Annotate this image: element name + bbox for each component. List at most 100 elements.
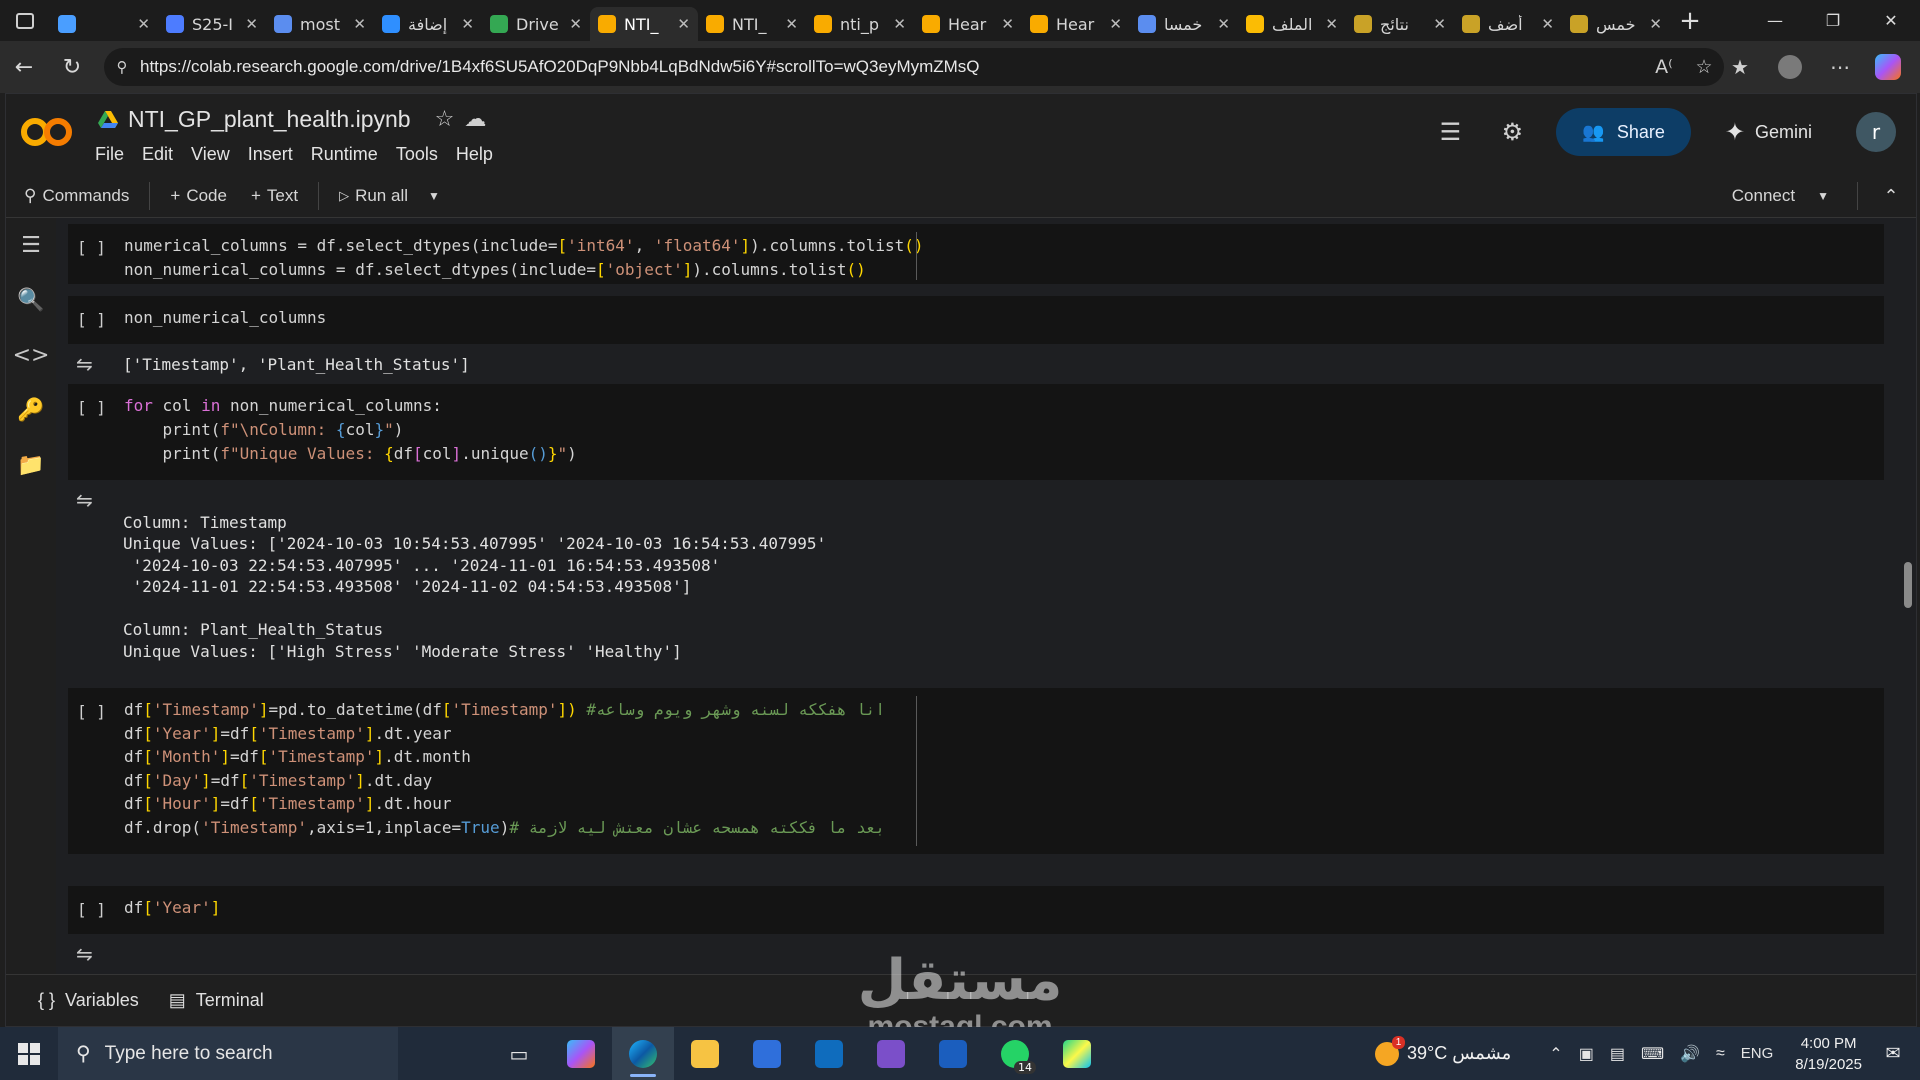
- colab-logo-icon[interactable]: [20, 112, 74, 152]
- chevron-down-icon[interactable]: ▼: [428, 189, 440, 203]
- output-toggle-icon[interactable]: ⇋: [76, 488, 93, 512]
- chevron-up-icon[interactable]: ⌃: [1549, 1044, 1562, 1064]
- commands-button[interactable]: ⚲ Commands: [6, 178, 141, 214]
- word-icon[interactable]: [922, 1027, 984, 1080]
- language-indicator[interactable]: ENG: [1741, 1045, 1774, 1062]
- browser-tab[interactable]: Hear ✕: [914, 7, 1022, 41]
- find-replace-icon[interactable]: 🔍: [6, 273, 56, 328]
- comments-icon[interactable]: ☰: [1432, 114, 1468, 150]
- close-tab-icon[interactable]: ✕: [353, 15, 366, 33]
- run-cell-button[interactable]: [ ]: [77, 702, 106, 721]
- close-tab-icon[interactable]: ✕: [1325, 15, 1338, 33]
- network-icon[interactable]: ▤: [1610, 1044, 1625, 1064]
- keyboard-icon[interactable]: ⌨: [1641, 1044, 1664, 1064]
- user-avatar[interactable]: r: [1856, 112, 1896, 152]
- notebook-filename[interactable]: NTI_GP_plant_health.ipynb: [128, 106, 411, 133]
- close-tab-icon[interactable]: ✕: [1649, 15, 1662, 33]
- add-code-button[interactable]: + Code: [158, 178, 239, 214]
- close-tab-icon[interactable]: ✕: [569, 15, 582, 33]
- task-view-icon[interactable]: ▭: [488, 1027, 550, 1080]
- run-all-button[interactable]: ▷ Run all ▼: [327, 178, 452, 214]
- table-of-contents-icon[interactable]: ☰: [6, 218, 56, 273]
- close-tab-icon[interactable]: ✕: [1433, 15, 1446, 33]
- secrets-key-icon[interactable]: 🔑: [6, 383, 56, 438]
- browser-tab[interactable]: S25-I ✕: [158, 7, 266, 41]
- menu-view[interactable]: View: [191, 144, 230, 165]
- code-cell[interactable]: [ ] for col in non_numerical_columns: pr…: [68, 384, 1884, 480]
- output-toggle-icon[interactable]: ⇋: [76, 352, 93, 376]
- close-tab-icon[interactable]: ✕: [1541, 15, 1554, 33]
- wifi-icon[interactable]: ≈: [1716, 1045, 1725, 1063]
- close-tab-icon[interactable]: ✕: [461, 15, 474, 33]
- taskbar-search[interactable]: ⚲ Type here to search: [58, 1027, 398, 1080]
- menu-insert[interactable]: Insert: [248, 144, 293, 165]
- run-cell-button[interactable]: [ ]: [77, 238, 106, 257]
- browser-tab[interactable]: أضف ✕: [1454, 7, 1562, 41]
- run-cell-button[interactable]: [ ]: [77, 398, 106, 417]
- variables-button[interactable]: { } Variables: [6, 990, 157, 1011]
- minimize-icon[interactable]: —: [1746, 0, 1804, 41]
- code-editor[interactable]: df['Year']: [124, 896, 220, 920]
- copilot-icon[interactable]: [1875, 54, 1901, 80]
- output-toggle-icon[interactable]: ⇋: [76, 942, 93, 966]
- close-tab-icon[interactable]: ✕: [785, 15, 798, 33]
- restore-icon[interactable]: ❐: [1804, 0, 1862, 41]
- code-snippets-icon[interactable]: <>: [6, 328, 56, 383]
- microsoft-store-icon[interactable]: [736, 1027, 798, 1080]
- close-tab-icon[interactable]: ✕: [893, 15, 906, 33]
- browser-tab[interactable]: Hear ✕: [1022, 7, 1130, 41]
- close-tab-icon[interactable]: ✕: [245, 15, 258, 33]
- read-aloud-icon[interactable]: A⁽: [1644, 56, 1684, 78]
- collapse-header-icon[interactable]: ⌃: [1866, 186, 1916, 207]
- code-cell[interactable]: [ ] numerical_columns = df.select_dtypes…: [68, 224, 1884, 284]
- menu-edit[interactable]: Edit: [142, 144, 173, 165]
- browser-tab[interactable]: Drive ✕: [482, 7, 590, 41]
- browser-tab[interactable]: nti_p ✕: [806, 7, 914, 41]
- browser-tab[interactable]: نتائج ✕: [1346, 7, 1454, 41]
- url-text[interactable]: https://colab.research.google.com/drive/…: [140, 57, 1644, 77]
- edge-browser-icon[interactable]: [612, 1027, 674, 1080]
- gemini-button[interactable]: ✦ Gemini: [1717, 108, 1820, 156]
- visual-studio-icon[interactable]: [860, 1027, 922, 1080]
- menu-runtime[interactable]: Runtime: [311, 144, 378, 165]
- code-editor[interactable]: numerical_columns = df.select_dtypes(inc…: [124, 234, 924, 282]
- refresh-icon[interactable]: ↻: [48, 47, 96, 87]
- more-options-icon[interactable]: ⋯: [1818, 47, 1862, 87]
- code-cell[interactable]: [ ] non_numerical_columns: [68, 296, 1884, 344]
- device-icon[interactable]: ▣: [1579, 1044, 1594, 1064]
- tab-actions-icon[interactable]: [0, 0, 50, 41]
- code-editor[interactable]: non_numerical_columns: [124, 306, 326, 330]
- code-cell[interactable]: [ ] df['Year']: [68, 886, 1884, 934]
- browser-tab[interactable]: خمس ✕: [1562, 7, 1670, 41]
- terminal-button[interactable]: ▤ Terminal: [157, 990, 282, 1011]
- whatsapp-icon[interactable]: 14: [984, 1027, 1046, 1080]
- site-info-icon[interactable]: ⚲: [104, 58, 140, 76]
- add-text-button[interactable]: + Text: [239, 178, 310, 214]
- browser-tab[interactable]: NTI_ ✕: [698, 7, 806, 41]
- browser-tab[interactable]: إضافة ✕: [374, 7, 482, 41]
- code-cell[interactable]: [ ] df['Timestamp']=pd.to_datetime(df['T…: [68, 688, 1884, 854]
- close-tab-icon[interactable]: ✕: [677, 15, 690, 33]
- copilot-app-icon[interactable]: [550, 1027, 612, 1080]
- connect-button[interactable]: Connect ▼: [1712, 178, 1849, 214]
- outlook-icon[interactable]: [798, 1027, 860, 1080]
- browser-tab[interactable]: ✕: [50, 7, 158, 41]
- chevron-down-icon[interactable]: ▼: [1817, 189, 1829, 203]
- code-editor[interactable]: df['Timestamp']=pd.to_datetime(df['Times…: [124, 698, 885, 840]
- notebook-scrollbar[interactable]: [1900, 218, 1916, 974]
- close-tab-icon[interactable]: ✕: [1217, 15, 1230, 33]
- notifications-icon[interactable]: ✉: [1878, 1039, 1908, 1069]
- browser-tab[interactable]: خمسا ✕: [1130, 7, 1238, 41]
- share-button[interactable]: 👥 Share: [1556, 108, 1691, 156]
- browser-tab[interactable]: الملف ✕: [1238, 7, 1346, 41]
- clock[interactable]: 4:00 PM 8/19/2025: [1795, 1033, 1862, 1075]
- pycharm-icon[interactable]: [1046, 1027, 1108, 1080]
- file-explorer-icon[interactable]: [674, 1027, 736, 1080]
- settings-gear-icon[interactable]: ⚙: [1494, 114, 1530, 150]
- code-editor[interactable]: for col in non_numerical_columns: print(…: [124, 394, 577, 466]
- browser-tab[interactable]: most ✕: [266, 7, 374, 41]
- volume-icon[interactable]: 🔊: [1680, 1044, 1700, 1064]
- close-tab-icon[interactable]: ✕: [137, 15, 150, 33]
- files-folder-icon[interactable]: 📁: [6, 438, 56, 493]
- star-notebook-icon[interactable]: ☆: [435, 107, 455, 132]
